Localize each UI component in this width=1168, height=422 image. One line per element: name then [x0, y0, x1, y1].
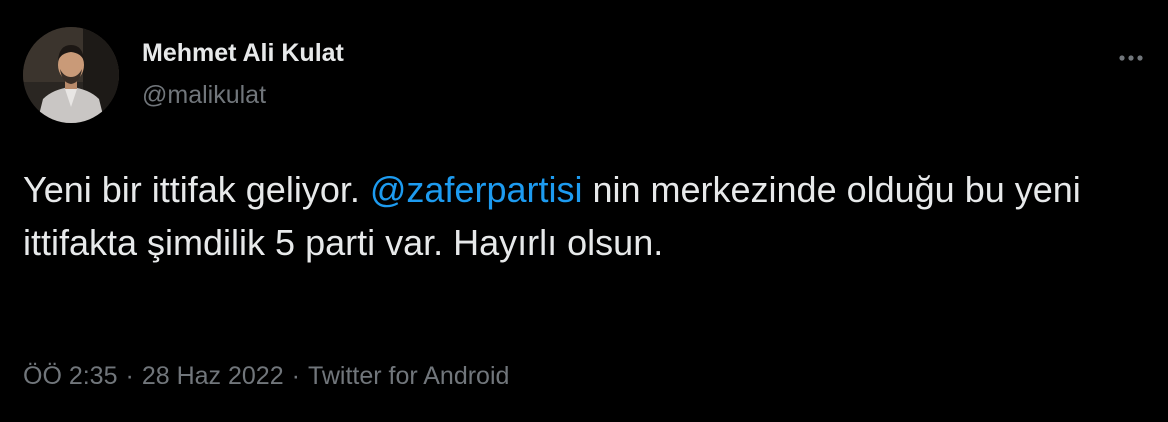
tweet-text-start: Yeni bir ittifak geliyor. — [23, 169, 370, 210]
meta-separator: · — [291, 362, 300, 390]
tweet-source[interactable]: Twitter for Android — [308, 362, 509, 390]
more-options-button[interactable] — [1110, 40, 1152, 76]
author-handle[interactable]: @malikulat — [142, 81, 266, 110]
avatar[interactable] — [23, 27, 119, 123]
tweet-date[interactable]: 28 Haz 2022 — [142, 362, 284, 390]
author-name[interactable]: Mehmet Ali Kulat — [142, 39, 344, 68]
mention-link[interactable]: @zaferpartisi — [370, 169, 583, 210]
more-horizontal-icon — [1119, 55, 1143, 61]
avatar-image — [23, 27, 119, 123]
tweet-text: Yeni bir ittifak geliyor. @zaferpartisi … — [23, 163, 1123, 269]
tweet-meta: ÖÖ 2:35 · 28 Haz 2022 · Twitter for Android — [23, 362, 509, 391]
tweet-card: Mehmet Ali Kulat @malikulat Yeni bir itt… — [0, 0, 1168, 422]
tweet-time[interactable]: ÖÖ 2:35 — [23, 362, 118, 390]
meta-separator: · — [125, 362, 134, 390]
